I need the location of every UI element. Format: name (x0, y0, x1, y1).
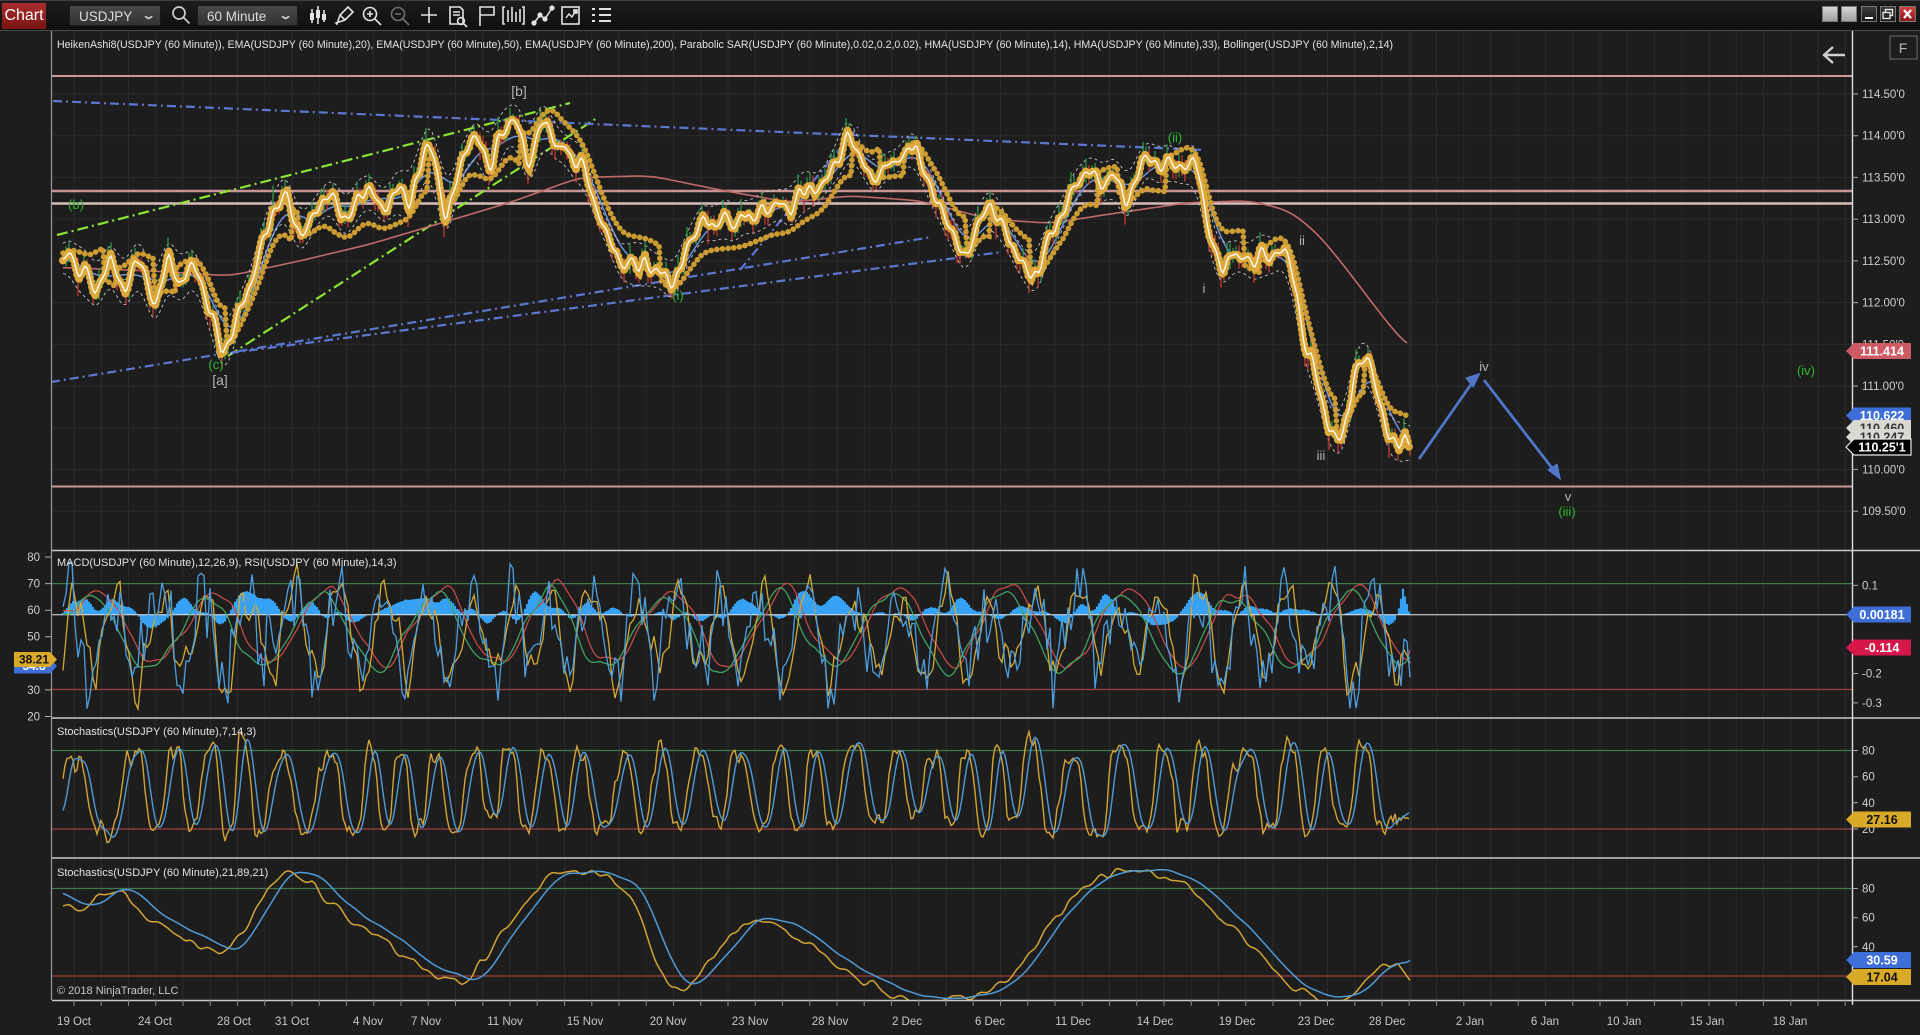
svg-text:11 Dec: 11 Dec (1055, 1016, 1091, 1028)
svg-text:11 Nov: 11 Nov (487, 1016, 523, 1028)
svg-text:15 Jan: 15 Jan (1690, 1016, 1725, 1028)
svg-text:(ii): (ii) (1168, 130, 1182, 145)
svg-text:80: 80 (27, 552, 40, 564)
svg-text:v: v (1565, 489, 1572, 504)
svg-text:15 Nov: 15 Nov (567, 1016, 604, 1028)
svg-text:20: 20 (27, 712, 40, 724)
svg-text:F: F (1899, 40, 1908, 56)
svg-text:(c): (c) (208, 357, 223, 372)
svg-text:60: 60 (1862, 772, 1875, 784)
svg-text:17.04: 17.04 (1866, 970, 1897, 984)
svg-text:113.50'0: 113.50'0 (1862, 172, 1905, 184)
svg-text:110.00'0: 110.00'0 (1862, 464, 1905, 476)
svg-text:14 Dec: 14 Dec (1137, 1016, 1174, 1028)
svg-text:Stochastics(USDJPY (60 Minute): Stochastics(USDJPY (60 Minute),7,14,3) (57, 726, 256, 738)
svg-text:(b): (b) (68, 197, 84, 212)
svg-text:112.50'0: 112.50'0 (1862, 256, 1905, 268)
svg-text:MACD(USDJPY (60 Minute),12,26,: MACD(USDJPY (60 Minute),12,26,9), RSI(US… (57, 557, 397, 569)
svg-text:31 Oct: 31 Oct (275, 1016, 310, 1028)
svg-text:30: 30 (27, 685, 40, 697)
svg-text:80: 80 (1862, 746, 1875, 758)
svg-text:114.50'0: 114.50'0 (1862, 89, 1905, 101)
svg-text:6 Jan: 6 Jan (1531, 1016, 1559, 1028)
svg-text:24 Oct: 24 Oct (138, 1016, 173, 1028)
svg-text:0.1: 0.1 (1862, 580, 1878, 592)
svg-text:-0.2: -0.2 (1862, 669, 1882, 681)
svg-text:-0.114: -0.114 (1865, 641, 1900, 655)
svg-text:2 Dec: 2 Dec (892, 1016, 922, 1028)
svg-text:38.21: 38.21 (19, 653, 49, 667)
svg-text:80: 80 (1862, 884, 1875, 896)
svg-text:19 Dec: 19 Dec (1219, 1016, 1256, 1028)
svg-text:28 Oct: 28 Oct (217, 1016, 252, 1028)
svg-text:2 Jan: 2 Jan (1456, 1016, 1484, 1028)
svg-text:28 Nov: 28 Nov (812, 1016, 849, 1028)
svg-text:(iv): (iv) (1797, 363, 1815, 378)
svg-text:(iii): (iii) (1558, 504, 1575, 519)
svg-text:60: 60 (1862, 913, 1875, 925)
svg-text:70: 70 (27, 579, 40, 591)
svg-text:[b]: [b] (511, 83, 527, 99)
svg-text:114.00'0: 114.00'0 (1862, 131, 1905, 143)
svg-text:20 Nov: 20 Nov (650, 1016, 687, 1028)
svg-text:© 2018 NinjaTrader, LLC: © 2018 NinjaTrader, LLC (57, 985, 178, 997)
svg-text:-0.3: -0.3 (1862, 698, 1882, 710)
svg-text:113.00'0: 113.00'0 (1862, 214, 1905, 226)
svg-text:23 Dec: 23 Dec (1298, 1016, 1335, 1028)
svg-text:(i): (i) (672, 288, 684, 303)
svg-text:10 Jan: 10 Jan (1607, 1016, 1642, 1028)
svg-text:19 Oct: 19 Oct (57, 1016, 92, 1028)
svg-text:40: 40 (1862, 798, 1875, 810)
svg-text:6 Dec: 6 Dec (975, 1016, 1005, 1028)
svg-text:111.00'0: 111.00'0 (1862, 381, 1904, 393)
svg-text:7 Nov: 7 Nov (411, 1016, 441, 1028)
svg-text:30.59: 30.59 (1866, 953, 1897, 967)
svg-text:23 Nov: 23 Nov (732, 1016, 769, 1028)
svg-text:iii: iii (1317, 448, 1326, 463)
svg-text:18 Jan: 18 Jan (1773, 1016, 1808, 1028)
svg-text:iv: iv (1479, 359, 1489, 374)
svg-text:0.00181: 0.00181 (1859, 608, 1904, 622)
svg-text:60: 60 (27, 605, 40, 617)
svg-text:112.00'0: 112.00'0 (1862, 298, 1905, 310)
svg-text:[a]: [a] (212, 372, 228, 388)
svg-text:Stochastics(USDJPY (60 Minute): Stochastics(USDJPY (60 Minute),21,89,21) (57, 867, 268, 879)
svg-text:ii: ii (1299, 233, 1305, 248)
svg-text:4 Nov: 4 Nov (353, 1016, 383, 1028)
svg-text:27.16: 27.16 (1866, 813, 1897, 827)
svg-text:HeikenAshi8(USDJPY (60 Minute): HeikenAshi8(USDJPY (60 Minute)), EMA(USD… (57, 39, 1393, 51)
svg-text:109.50'0: 109.50'0 (1862, 506, 1906, 518)
svg-text:28 Dec: 28 Dec (1369, 1016, 1406, 1028)
svg-text:i: i (1203, 281, 1206, 296)
svg-text:50: 50 (27, 632, 40, 644)
svg-text:110.25'1: 110.25'1 (1858, 440, 1906, 454)
svg-text:111.414: 111.414 (1860, 344, 1904, 358)
